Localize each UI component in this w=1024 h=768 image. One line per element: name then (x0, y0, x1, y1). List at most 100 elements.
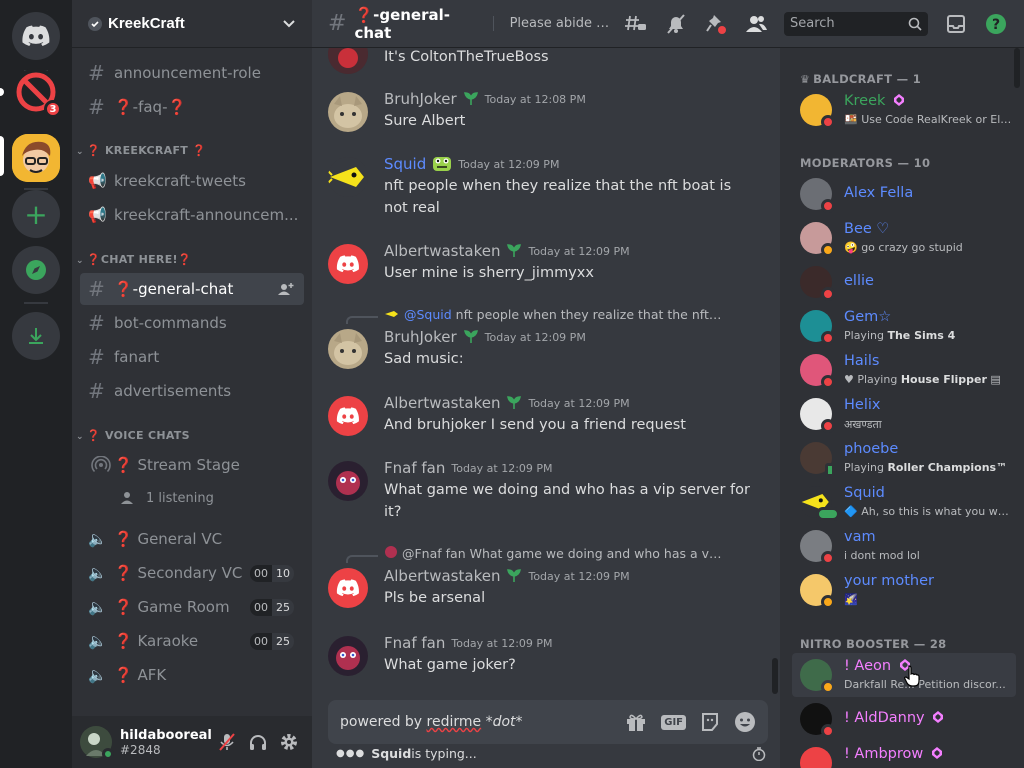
message-author[interactable]: Fnaf fan (384, 634, 445, 652)
discord-logo-icon (22, 25, 50, 46)
user-info[interactable]: hildabooreal #2848 (120, 728, 212, 757)
channel-fanart[interactable]: # fanart (80, 341, 304, 373)
role-group-header: NITRO BOOSTER — 28 (800, 637, 946, 651)
home-button[interactable] (12, 12, 60, 60)
message-author[interactable]: Fnaf fan (384, 459, 445, 477)
message-author[interactable]: BruhJoker (384, 328, 457, 346)
member-ambprow[interactable]: ! Ambprow (792, 741, 1016, 768)
message-author[interactable]: Squid (384, 155, 426, 173)
gift-icon[interactable] (625, 712, 647, 732)
notification-settings-button[interactable] (664, 12, 688, 36)
member-aeon[interactable]: ! Aeon Darkfall Re... Petition discor... (792, 653, 1016, 697)
explore-servers-button[interactable] (12, 246, 60, 294)
search-input[interactable]: Search (784, 11, 928, 36)
channel-karaoke[interactable]: 🔈 ❓ Karaoke 00 25 (80, 625, 304, 657)
avatar[interactable] (328, 329, 368, 369)
channel-general-vc[interactable]: 🔈 ❓ General VC (80, 523, 304, 555)
member-vam[interactable]: vam i dont mod lol (792, 524, 1016, 568)
member-ellie[interactable]: ellie (792, 260, 1016, 304)
gif-button[interactable]: GIF (661, 714, 686, 730)
role-group-header: ♛ BALDCRAFT — 1 (800, 72, 921, 86)
member-list-button[interactable] (744, 12, 768, 36)
hash-icon: # (88, 345, 105, 369)
help-button[interactable]: ? (984, 12, 1008, 36)
channel-secondary-vc[interactable]: 🔈 ❓ Secondary VC 00 10 (80, 557, 304, 589)
member-phoebe[interactable]: phoebe Playing Roller Champions™ (792, 436, 1016, 480)
inbox-button[interactable] (944, 12, 968, 36)
avatar[interactable] (328, 568, 368, 608)
member-gem[interactable]: Gem☆ Playing The Sims 4 (792, 304, 1016, 348)
message-text: User mine is sherry_jimmyxx (384, 265, 594, 281)
channel-sidebar: KreekCraft # announcement-role # ❓-faq-❓… (72, 0, 312, 768)
member-name: your mother (844, 573, 934, 589)
avatar[interactable] (328, 461, 368, 501)
message-author[interactable]: Albertwastaken (384, 242, 500, 260)
sticker-icon[interactable] (700, 712, 720, 732)
member-your-mother[interactable]: your mother 🌠 (792, 568, 1016, 612)
user-settings-button[interactable] (273, 726, 304, 758)
reply-preview[interactable]: @Fnaf fan What game we doing and who has… (384, 546, 724, 561)
avatar (800, 442, 835, 477)
channel-afk[interactable]: 🔈 ❓ AFK (80, 659, 304, 691)
download-apps-button[interactable] (12, 312, 60, 360)
channel-stream-stage[interactable]: ❓ Stream Stage (80, 449, 304, 481)
channel-advertisements[interactable]: # advertisements (80, 375, 304, 407)
chat-header: # ❓-general-chat Please abide by the rul… (312, 0, 1024, 48)
avatar[interactable] (328, 92, 368, 132)
message-author[interactable]: Albertwastaken (384, 567, 500, 585)
reply-preview[interactable]: @Squid nft people when they realize that… (384, 307, 724, 322)
avatar[interactable] (328, 244, 368, 284)
category-chat-here[interactable]: ⌄ ❓CHAT HERE!❓ (76, 253, 192, 266)
invite-member-icon[interactable] (278, 282, 294, 296)
status-emoji-icon: 🔷 (844, 505, 862, 518)
avatar[interactable] (80, 726, 114, 760)
member-alex-fella[interactable]: Alex Fella (792, 172, 1016, 216)
message-header: Fnaf fan Today at 12:09 PM (384, 634, 553, 652)
server-icon-kreekcraft[interactable] (12, 134, 60, 182)
stage-listeners[interactable]: 1 listening (112, 482, 292, 514)
channel-label: bot-commands (114, 314, 227, 332)
message-author[interactable]: Albertwastaken (384, 394, 500, 412)
server-icon-nosign[interactable]: 3 (12, 68, 62, 118)
category-kreekcraft[interactable]: ⌄ ❓ KREEKCRAFT ❓ (76, 144, 206, 157)
pinned-messages-button[interactable] (704, 12, 728, 36)
channel-kreekcraft-announcements[interactable]: 📢 kreekcraft-announcem... (80, 199, 304, 231)
channel-announcement-role[interactable]: # announcement-role (80, 57, 304, 89)
threads-button[interactable] (624, 12, 648, 36)
message-input[interactable]: powered by redirme *dot* GIF (328, 700, 768, 744)
channel-general-chat[interactable]: # ❓-general-chat (80, 273, 304, 305)
channel-bot-commands[interactable]: # bot-commands (80, 307, 304, 339)
verified-icon (88, 16, 102, 31)
avatar[interactable] (328, 636, 368, 676)
member-list-scrollbar[interactable] (1014, 48, 1020, 88)
category-voice-chats[interactable]: ⌄ ❓ VOICE CHATS (76, 429, 190, 442)
member-hails[interactable]: Hails ♥ Playing House Flipper ▤ (792, 348, 1016, 392)
guild-header[interactable]: KreekCraft (72, 0, 312, 48)
cat-avatar-icon (328, 92, 368, 132)
channel-faq[interactable]: # ❓-faq-❓ (80, 91, 304, 123)
mute-button[interactable] (212, 726, 243, 758)
member-helix[interactable]: Helix अखण्डता (792, 392, 1016, 436)
channel-topic[interactable]: Please abide by the rules (492, 16, 612, 31)
member-kreek[interactable]: Kreek 🍱 Use Code RealKreek or Else (792, 88, 1016, 132)
message-header: Albertwastaken Today at 12:09 PM (384, 567, 630, 585)
chat-scrollbar[interactable] (772, 658, 778, 694)
member-activity: 🔷 Ah, so this is what you war... (844, 505, 1012, 518)
message-input-text[interactable]: powered by redirme *dot* (340, 714, 625, 730)
member-alddanny[interactable]: ! AldDanny (792, 697, 1016, 741)
message-author[interactable]: BruhJoker (384, 90, 457, 108)
add-server-button[interactable]: + (12, 190, 60, 238)
channel-game-room[interactable]: 🔈 ❓ Game Room 00 25 (80, 591, 304, 623)
emoji-icon[interactable] (734, 711, 756, 733)
reply-author: @Fnaf fan (401, 546, 466, 561)
reply-connector (346, 316, 378, 324)
member-bee[interactable]: Bee ♡ 🤪 go crazy go stupid (792, 216, 1016, 260)
deafen-button[interactable] (243, 726, 274, 758)
avatar[interactable] (328, 396, 368, 436)
member-name-text: ! Ambprow (844, 746, 924, 762)
channel-kreekcraft-tweets[interactable]: 📢 kreekcraft-tweets (80, 165, 304, 197)
avatar[interactable] (328, 157, 368, 197)
nitro-boost-icon (894, 94, 904, 106)
avatar[interactable] (328, 48, 368, 74)
member-squid[interactable]: Squid 🔷 Ah, so this is what you war... (792, 480, 1016, 524)
